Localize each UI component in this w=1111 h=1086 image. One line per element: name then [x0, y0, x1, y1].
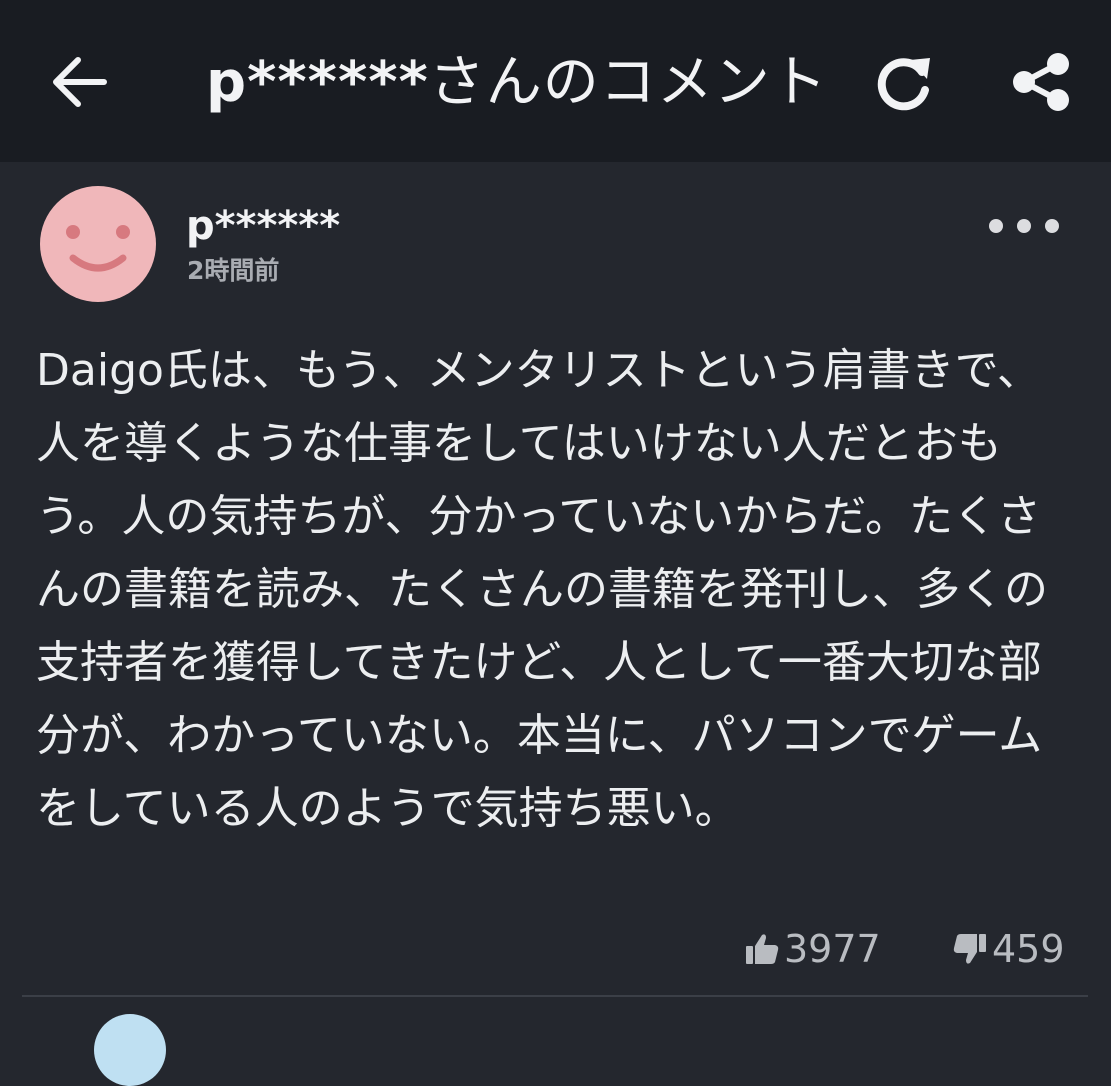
- dislike-button[interactable]: 459: [952, 924, 1065, 974]
- like-count: 3977: [784, 927, 881, 971]
- title-username: p******: [206, 50, 429, 115]
- dislike-count: 459: [992, 927, 1065, 971]
- top-bar: p******さんのコメント: [0, 0, 1111, 162]
- back-button[interactable]: [48, 54, 112, 110]
- divider: [22, 995, 1088, 997]
- comment-card: p****** 2時間前 Daigo氏は、もう、メンタリストという肩書きで、人を…: [0, 162, 1111, 1086]
- thumbs-up-icon: [746, 934, 779, 964]
- thumbs-down-icon: [953, 934, 986, 964]
- like-button[interactable]: 3977: [744, 924, 881, 974]
- next-comment-avatar[interactable]: [94, 1014, 166, 1086]
- comment-text: Daigo氏は、もう、メンタリストという肩書きで、人を導くような仕事をしてはいけ…: [36, 345, 1048, 834]
- refresh-icon: [877, 58, 930, 111]
- page-title: p******さんのコメント: [206, 48, 846, 118]
- share-button[interactable]: [1010, 52, 1072, 112]
- arrow-left-icon: [53, 57, 107, 107]
- refresh-button[interactable]: [872, 50, 936, 114]
- more-horizontal-icon: [989, 219, 1059, 233]
- user-avatar[interactable]: [40, 186, 156, 302]
- comment-username[interactable]: p******: [186, 202, 340, 250]
- share-icon: [1013, 53, 1069, 111]
- smiley-face-icon: [40, 186, 156, 302]
- more-options-button[interactable]: [984, 214, 1064, 238]
- title-suffix: さんのコメント: [428, 50, 828, 115]
- comment-timestamp: 2時間前: [187, 256, 280, 285]
